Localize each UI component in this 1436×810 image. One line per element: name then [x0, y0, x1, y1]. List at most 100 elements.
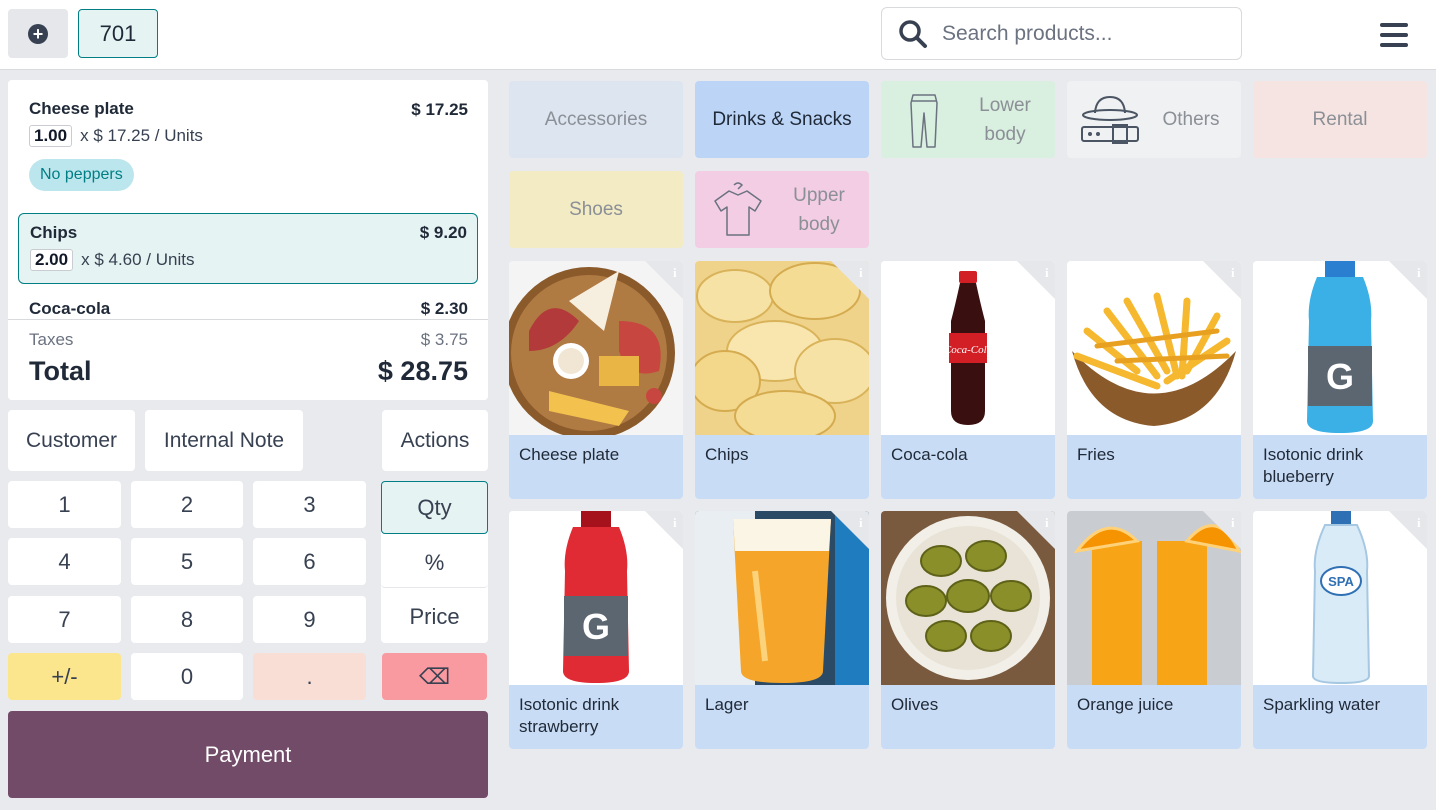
product-card-olives[interactable]: i Olives — [881, 511, 1055, 749]
svg-text:i: i — [1231, 265, 1235, 280]
order-line-unit-price: x $ 17.25 / Units — [80, 126, 203, 145]
numpad-key-4[interactable]: 4 — [8, 538, 121, 585]
menu-icon[interactable] — [1378, 20, 1410, 50]
search-box[interactable] — [881, 7, 1242, 60]
numpad-key-2[interactable]: 2 — [131, 481, 243, 528]
svg-text:i: i — [1045, 515, 1049, 530]
category-shoes[interactable]: Shoes — [509, 171, 683, 248]
product-card-cheese-plate[interactable]: i Cheese plate — [509, 261, 683, 499]
svg-text:i: i — [1417, 265, 1421, 280]
numpad-mode-price[interactable]: Price — [381, 592, 488, 642]
hat-and-belt-icon — [1081, 95, 1139, 144]
product-info-icon[interactable]: i — [1017, 261, 1055, 299]
product-info-icon[interactable]: i — [645, 261, 683, 299]
svg-text:G: G — [1326, 356, 1354, 397]
order-summary: Taxes $ 3.75 Total $ 28.75 — [8, 319, 488, 400]
category-label: Rental — [1312, 109, 1368, 130]
numpad-key-3[interactable]: 3 — [253, 481, 366, 528]
internal-note-button[interactable]: Internal Note — [145, 410, 303, 471]
category-label: Shoes — [569, 199, 623, 220]
product-info-icon[interactable]: i — [1389, 261, 1427, 299]
product-name: Sparkling water — [1253, 685, 1427, 749]
numpad-backspace-button[interactable]: ⌫ — [382, 653, 487, 700]
category-rental[interactable]: Rental — [1253, 81, 1427, 158]
svg-text:i: i — [1045, 265, 1049, 280]
taxes-label: Taxes — [29, 330, 74, 349]
product-card-orange-juice[interactable]: i Orange juice — [1067, 511, 1241, 749]
actions-button[interactable]: Actions — [382, 410, 488, 471]
numpad-mode-qty[interactable]: Qty — [381, 481, 488, 534]
product-card-lager[interactable]: i Lager — [695, 511, 869, 749]
search-input[interactable] — [942, 21, 1232, 46]
product-info-icon[interactable]: i — [1203, 511, 1241, 549]
product-info-icon[interactable]: i — [645, 511, 683, 549]
product-info-icon[interactable]: i — [1389, 511, 1427, 549]
category-others[interactable]: Others — [1067, 81, 1241, 158]
product-info-icon[interactable]: i — [831, 511, 869, 549]
order-line-chips[interactable]: Chips $ 9.20 2.00 x $ 4.60 / Units — [18, 213, 478, 284]
top-bar: + 701 — [0, 0, 1436, 70]
numpad-key-dot[interactable]: . — [253, 653, 366, 700]
product-name: Olives — [881, 685, 1055, 749]
order-panel: Cheese plate $ 17.25 1.00 x $ 17.25 / Un… — [8, 80, 488, 400]
customer-button[interactable]: Customer — [8, 410, 135, 471]
category-lower-body[interactable]: Lower body — [881, 81, 1055, 158]
numpad-key-5[interactable]: 5 — [131, 538, 243, 585]
total-label: Total — [29, 356, 92, 386]
category-label: Others — [1162, 109, 1220, 130]
order-line-note: No peppers — [29, 159, 134, 191]
category-label: Upper body — [793, 184, 845, 235]
total-value: $ 28.75 — [377, 356, 468, 386]
numpad-mode-percent[interactable]: % — [381, 538, 488, 588]
order-line-cheese-plate[interactable]: Cheese plate $ 17.25 1.00 x $ 17.25 / Un… — [18, 89, 478, 201]
numpad-key-plus-minus[interactable]: +/- — [8, 653, 121, 700]
search-icon — [899, 19, 927, 48]
pants-icon — [910, 93, 938, 148]
order-line-coca-cola[interactable]: Coca-cola $ 2.30 — [18, 289, 478, 319]
product-name: Orange juice — [1067, 685, 1241, 749]
numpad-key-1[interactable]: 1 — [8, 481, 121, 528]
new-order-button[interactable]: + — [8, 9, 68, 58]
numpad-key-7[interactable]: 7 — [8, 596, 121, 643]
category-upper-body[interactable]: Upper body — [695, 171, 869, 248]
order-line-unit-price: x $ 4.60 / Units — [81, 250, 195, 269]
category-label: Accessories — [544, 109, 648, 130]
category-accessories[interactable]: Accessories — [509, 81, 683, 158]
product-info-icon[interactable]: i — [1017, 511, 1055, 549]
backspace-icon: ⌫ — [418, 663, 451, 689]
order-line-price: $ 2.30 — [420, 299, 468, 318]
product-name: Isotonic drink strawberry — [509, 685, 683, 749]
product-name: Isotonic drink blueberry — [1253, 435, 1427, 499]
order-line-qty: 2.00 — [30, 249, 74, 271]
svg-text:Coca-Cola: Coca-Cola — [944, 344, 993, 356]
product-card-isotonic-strawberry[interactable]: G i Isotonic drink strawberry — [509, 511, 683, 749]
product-card-sparkling-water[interactable]: SPA i Sparkling water — [1253, 511, 1427, 749]
order-line-price: $ 17.25 — [411, 100, 468, 119]
numpad-key-6[interactable]: 6 — [253, 538, 366, 585]
current-order-tab[interactable]: 701 — [78, 9, 158, 58]
product-info-icon[interactable]: i — [1203, 261, 1241, 299]
product-name: Chips — [695, 435, 869, 499]
product-card-coca-cola[interactable]: Coca-Cola i Coca-cola — [881, 261, 1055, 499]
product-card-isotonic-blueberry[interactable]: G i Isotonic drink blueberry — [1253, 261, 1427, 499]
numpad-key-8[interactable]: 8 — [131, 596, 243, 643]
numpad-key-0[interactable]: 0 — [131, 653, 243, 700]
svg-text:SPA: SPA — [1328, 574, 1354, 589]
product-name: Fries — [1067, 435, 1241, 499]
svg-text:i: i — [1417, 515, 1421, 530]
category-drinks-snacks[interactable]: Drinks & Snacks — [695, 81, 869, 158]
svg-text:i: i — [859, 515, 863, 530]
product-card-chips[interactable]: i Chips — [695, 261, 869, 499]
product-card-fries[interactable]: i Fries — [1067, 261, 1241, 499]
product-info-icon[interactable]: i — [831, 261, 869, 299]
product-name: Lager — [695, 685, 869, 749]
order-line-name: Coca-cola — [29, 299, 111, 318]
payment-button[interactable]: Payment — [8, 711, 488, 798]
svg-text:i: i — [673, 515, 677, 530]
svg-text:i: i — [859, 265, 863, 280]
product-name: Cheese plate — [509, 435, 683, 499]
svg-text:i: i — [673, 265, 677, 280]
numpad-key-9[interactable]: 9 — [253, 596, 366, 643]
order-line-price: $ 9.20 — [419, 223, 467, 242]
category-label: Drinks & Snacks — [712, 109, 852, 130]
